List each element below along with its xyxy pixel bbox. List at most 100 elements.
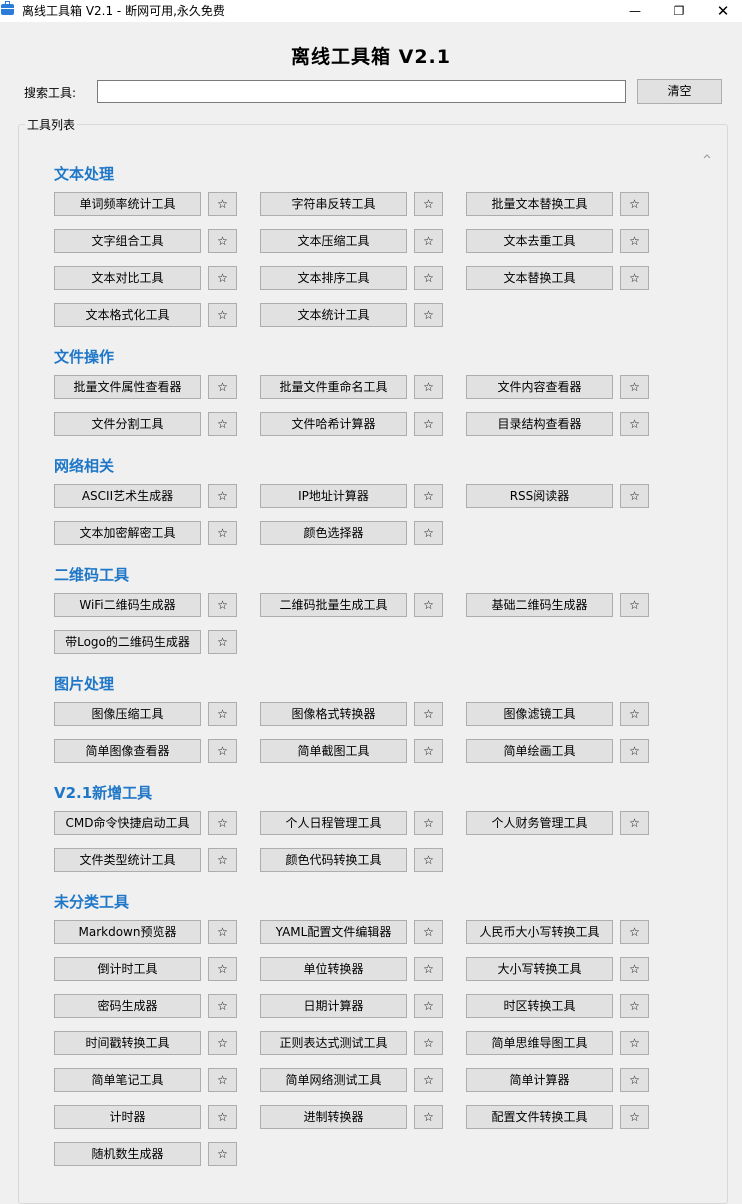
favorite-star-button[interactable]: ☆ [414,811,443,835]
tool-button[interactable]: 文本压缩工具 [260,229,407,253]
favorite-star-button[interactable]: ☆ [414,1105,443,1129]
tool-button[interactable]: 个人财务管理工具 [466,811,613,835]
tool-button[interactable]: 批量文本替换工具 [466,192,613,216]
tool-button[interactable]: 简单绘画工具 [466,739,613,763]
favorite-star-button[interactable]: ☆ [208,192,237,216]
tool-button[interactable]: 进制转换器 [260,1105,407,1129]
tool-button[interactable]: 个人日程管理工具 [260,811,407,835]
favorite-star-button[interactable]: ☆ [414,484,443,508]
tool-button[interactable]: 简单截图工具 [260,739,407,763]
favorite-star-button[interactable]: ☆ [414,994,443,1018]
tool-button[interactable]: 文本去重工具 [466,229,613,253]
tool-button[interactable]: 时区转换工具 [466,994,613,1018]
tool-button[interactable]: 图像滤镜工具 [466,702,613,726]
favorite-star-button[interactable]: ☆ [208,1068,237,1092]
tool-button[interactable]: 批量文件属性查看器 [54,375,201,399]
close-button[interactable]: ✕ [700,0,742,22]
favorite-star-button[interactable]: ☆ [414,1031,443,1055]
tool-button[interactable]: 文本替换工具 [466,266,613,290]
tool-button[interactable]: WiFi二维码生成器 [54,593,201,617]
favorite-star-button[interactable]: ☆ [620,412,649,436]
tool-button[interactable]: 颜色代码转换工具 [260,848,407,872]
tool-button[interactable]: 文件类型统计工具 [54,848,201,872]
search-input[interactable] [97,80,626,103]
favorite-star-button[interactable]: ☆ [208,811,237,835]
favorite-star-button[interactable]: ☆ [208,303,237,327]
tool-button[interactable]: 二维码批量生成工具 [260,593,407,617]
tool-button[interactable]: 日期计算器 [260,994,407,1018]
minimize-button[interactable]: — [612,0,658,22]
favorite-star-button[interactable]: ☆ [620,192,649,216]
tool-button[interactable]: 图像压缩工具 [54,702,201,726]
tool-button[interactable]: 配置文件转换工具 [466,1105,613,1129]
tool-button[interactable]: 随机数生成器 [54,1142,201,1166]
favorite-star-button[interactable]: ☆ [414,593,443,617]
favorite-star-button[interactable]: ☆ [208,739,237,763]
tool-button[interactable]: 批量文件重命名工具 [260,375,407,399]
tool-button[interactable]: 简单思维导图工具 [466,1031,613,1055]
favorite-star-button[interactable]: ☆ [620,266,649,290]
clear-button[interactable]: 清空 [637,79,722,104]
favorite-star-button[interactable]: ☆ [208,1142,237,1166]
favorite-star-button[interactable]: ☆ [620,957,649,981]
tool-button[interactable]: 简单网络测试工具 [260,1068,407,1092]
favorite-star-button[interactable]: ☆ [208,593,237,617]
tool-button[interactable]: 带Logo的二维码生成器 [54,630,201,654]
favorite-star-button[interactable]: ☆ [208,957,237,981]
favorite-star-button[interactable]: ☆ [620,811,649,835]
tool-button[interactable]: 正则表达式测试工具 [260,1031,407,1055]
tool-button[interactable]: 文本对比工具 [54,266,201,290]
favorite-star-button[interactable]: ☆ [208,630,237,654]
favorite-star-button[interactable]: ☆ [414,1068,443,1092]
favorite-star-button[interactable]: ☆ [414,848,443,872]
favorite-star-button[interactable]: ☆ [414,920,443,944]
favorite-star-button[interactable]: ☆ [208,412,237,436]
favorite-star-button[interactable]: ☆ [208,994,237,1018]
favorite-star-button[interactable]: ☆ [620,229,649,253]
favorite-star-button[interactable]: ☆ [620,484,649,508]
favorite-star-button[interactable]: ☆ [414,521,443,545]
tool-button[interactable]: Markdown预览器 [54,920,201,944]
favorite-star-button[interactable]: ☆ [208,702,237,726]
tool-button[interactable]: 密码生成器 [54,994,201,1018]
favorite-star-button[interactable]: ☆ [620,994,649,1018]
favorite-star-button[interactable]: ☆ [620,593,649,617]
tool-button[interactable]: 文本格式化工具 [54,303,201,327]
favorite-star-button[interactable]: ☆ [620,739,649,763]
favorite-star-button[interactable]: ☆ [414,303,443,327]
restore-button[interactable]: ❐ [656,0,702,22]
tool-button[interactable]: 人民币大小写转换工具 [466,920,613,944]
tool-button[interactable]: 大小写转换工具 [466,957,613,981]
tool-button[interactable]: ASCII艺术生成器 [54,484,201,508]
favorite-star-button[interactable]: ☆ [414,192,443,216]
tool-button[interactable]: 文件哈希计算器 [260,412,407,436]
tool-button[interactable]: 单位转换器 [260,957,407,981]
tool-button[interactable]: 目录结构查看器 [466,412,613,436]
tool-button[interactable]: RSS阅读器 [466,484,613,508]
favorite-star-button[interactable]: ☆ [620,1105,649,1129]
favorite-star-button[interactable]: ☆ [620,702,649,726]
favorite-star-button[interactable]: ☆ [208,521,237,545]
favorite-star-button[interactable]: ☆ [208,375,237,399]
tool-button[interactable]: YAML配置文件编辑器 [260,920,407,944]
favorite-star-button[interactable]: ☆ [208,266,237,290]
tool-button[interactable]: 文字组合工具 [54,229,201,253]
tool-button[interactable]: 简单笔记工具 [54,1068,201,1092]
tool-button[interactable]: 文件分割工具 [54,412,201,436]
favorite-star-button[interactable]: ☆ [414,375,443,399]
tool-button[interactable]: IP地址计算器 [260,484,407,508]
tool-button[interactable]: 倒计时工具 [54,957,201,981]
tool-button[interactable]: 基础二维码生成器 [466,593,613,617]
favorite-star-button[interactable]: ☆ [414,266,443,290]
favorite-star-button[interactable]: ☆ [620,920,649,944]
favorite-star-button[interactable]: ☆ [620,375,649,399]
tool-button[interactable]: 颜色选择器 [260,521,407,545]
favorite-star-button[interactable]: ☆ [208,484,237,508]
tool-button[interactable]: 文本加密解密工具 [54,521,201,545]
favorite-star-button[interactable]: ☆ [208,1031,237,1055]
favorite-star-button[interactable]: ☆ [208,848,237,872]
tool-button[interactable]: CMD命令快捷启动工具 [54,811,201,835]
tool-button[interactable]: 计时器 [54,1105,201,1129]
favorite-star-button[interactable]: ☆ [414,229,443,253]
favorite-star-button[interactable]: ☆ [208,1105,237,1129]
